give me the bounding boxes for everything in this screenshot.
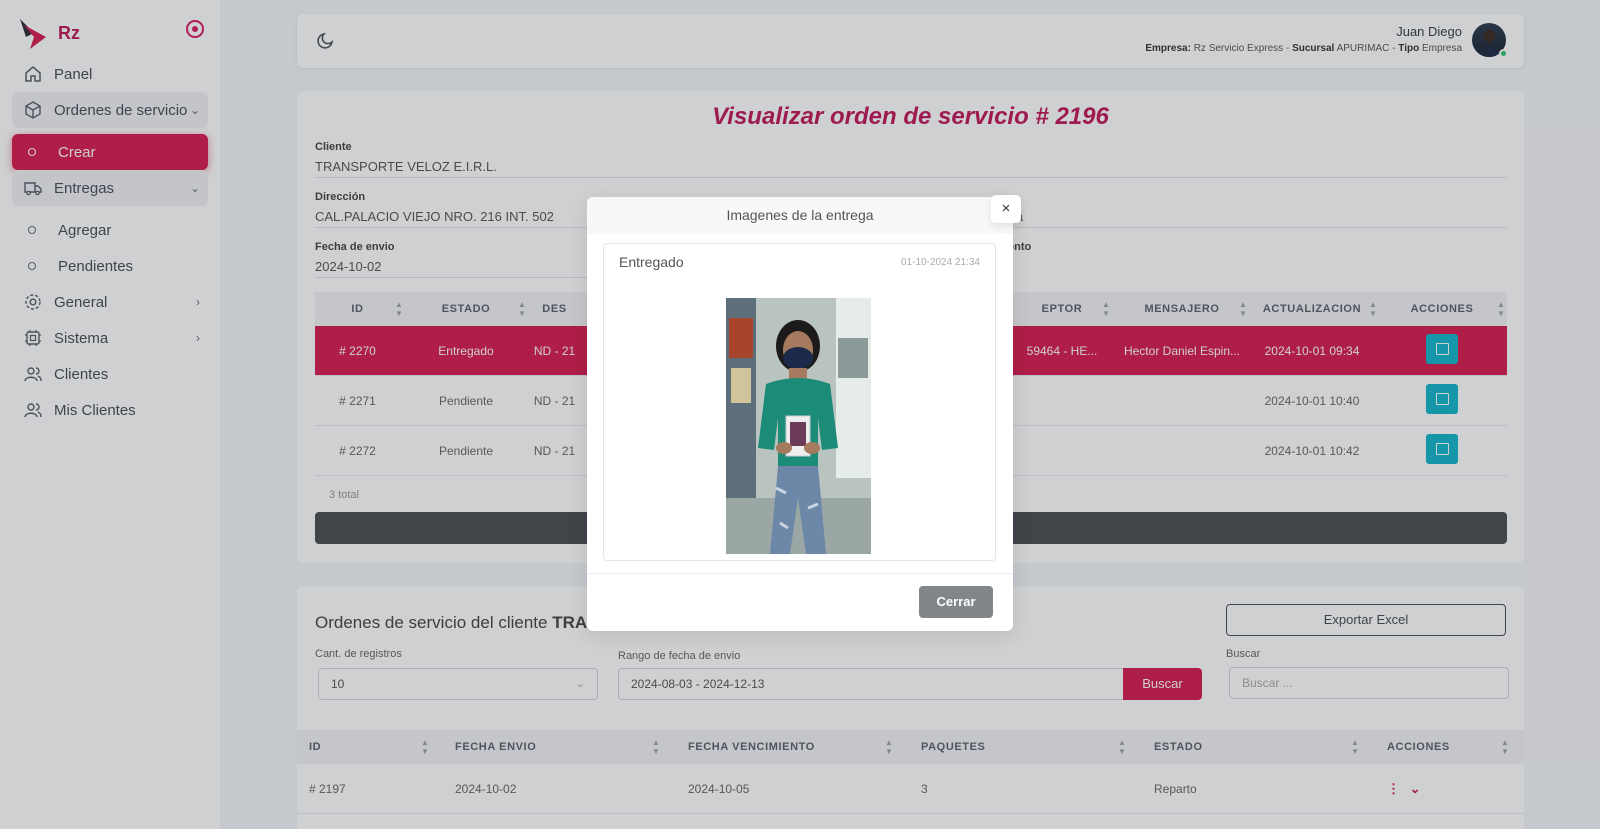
close-icon[interactable]: × (991, 195, 1021, 223)
modal-footer: Cerrar (587, 573, 1013, 631)
delivery-status: Entregado (619, 254, 684, 270)
delivery-images-modal: Imagenes de la entrega × Entregado 01-10… (587, 195, 1021, 631)
cerrar-button[interactable]: Cerrar (919, 586, 993, 618)
modal-title: Imagenes de la entrega (587, 197, 1013, 234)
delivery-photo[interactable] (726, 298, 871, 554)
delivery-date: 01-10-2024 21:34 (901, 257, 980, 268)
delivery-image-card: Entregado 01-10-2024 21:34 (603, 243, 996, 561)
